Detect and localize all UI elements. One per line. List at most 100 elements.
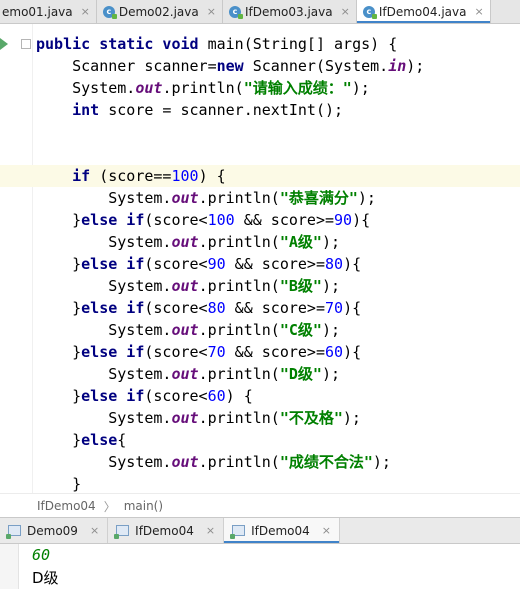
editor-tab-label: emo01.java (2, 4, 73, 19)
code-line[interactable]: System.out.println("C级"); (36, 319, 520, 341)
code-token: 70 (207, 343, 226, 361)
code-line[interactable]: }else if(score<60) { (36, 385, 520, 407)
code-line[interactable]: int score = scanner.nextInt(); (36, 99, 520, 121)
code-token: in (388, 57, 407, 75)
code-line[interactable]: }else if(score<70 && score>=60){ (36, 341, 520, 363)
code-token: score = scanner.nextInt(); (108, 101, 344, 119)
code-token: 80 (325, 255, 344, 273)
breadcrumb-class[interactable]: IfDemo04 (37, 499, 96, 513)
code-line[interactable]: System.out.println("D级"); (36, 363, 520, 385)
run-gutter-icon[interactable] (0, 38, 8, 50)
code-token: && score>= (225, 299, 325, 317)
code-token: (score< (144, 387, 208, 405)
run-tab[interactable]: IfDemo04 × (108, 518, 225, 543)
code-token: && score>= (225, 343, 325, 361)
code-token: else (81, 431, 118, 449)
code-line[interactable]: System.out.println("恭喜满分"); (36, 187, 520, 209)
code-line[interactable]: }else if(score<80 && score>=70){ (36, 297, 520, 319)
code-token: ); (321, 365, 340, 383)
java-class-icon: c (228, 5, 243, 19)
code-token: (score< (144, 343, 208, 361)
code-area[interactable]: public static void main(String[] args) {… (0, 33, 520, 493)
close-icon[interactable]: × (207, 5, 216, 18)
code-line[interactable]: System.out.println("A级"); (36, 231, 520, 253)
code-line[interactable]: }else if(score<90 && score>=80){ (36, 253, 520, 275)
code-token: 80 (207, 299, 226, 317)
code-token: if (36, 167, 100, 185)
run-tab[interactable]: IfDemo04 × (224, 518, 340, 543)
code-token: (score< (144, 299, 208, 317)
code-token: public static void (36, 35, 208, 53)
code-token: else if (81, 299, 145, 317)
editor-tab[interactable]: c IfDemo04.java × (356, 0, 491, 23)
close-icon[interactable]: × (475, 5, 484, 18)
close-icon[interactable]: × (81, 5, 90, 18)
code-token: ){ (343, 299, 362, 317)
code-token: out (171, 365, 199, 383)
editor-tab[interactable]: c Demo02.java × (97, 0, 223, 23)
code-token: Scanner scanner= (36, 57, 217, 75)
code-token: ) { (198, 167, 226, 185)
code-token: } (36, 211, 82, 229)
code-token: "恭喜满分" (279, 189, 358, 207)
breadcrumb-method[interactable]: main() (124, 499, 163, 513)
code-token: 90 (207, 255, 226, 273)
editor-tab-label: IfDemo03.java (244, 4, 333, 19)
code-token: System. (36, 277, 172, 295)
code-line[interactable]: System.out.println("成绩不合法"); (36, 451, 520, 473)
code-token: "不及格" (279, 409, 343, 427)
code-token: .println( (198, 453, 280, 471)
code-token: "C级" (279, 321, 322, 339)
run-config-icon (6, 525, 21, 539)
code-line[interactable]: System.out.println("B级"); (36, 275, 520, 297)
code-token: System. (36, 365, 172, 383)
code-line[interactable]: }else{ (36, 429, 520, 451)
close-icon[interactable]: × (206, 524, 215, 537)
breadcrumb: IfDemo04 〉 main() (0, 493, 520, 518)
code-token: main(String[] args) { (207, 35, 398, 53)
code-token: new (216, 57, 253, 75)
code-token: "成绩不合法" (279, 453, 373, 471)
editor-tab[interactable]: emo01.java × (0, 0, 97, 23)
fold-marker-icon[interactable] (21, 39, 31, 49)
code-line[interactable]: }else if(score<100 && score>=90){ (36, 209, 520, 231)
code-line[interactable]: public static void main(String[] args) { (36, 33, 520, 55)
console-output: D级 (32, 569, 59, 587)
run-tab[interactable]: Demo09 × (0, 518, 109, 543)
code-line[interactable]: Scanner scanner=new Scanner(System.in); (36, 55, 520, 77)
code-token: out (171, 453, 199, 471)
breadcrumb-separator: 〉 (103, 499, 116, 514)
code-token: { (117, 431, 127, 449)
code-line[interactable]: if (score==100) { (0, 165, 520, 187)
code-token: "B级" (279, 277, 322, 295)
code-editor[interactable]: public static void main(String[] args) {… (0, 24, 520, 493)
code-token: 70 (325, 299, 344, 317)
code-line[interactable]: } (36, 473, 520, 493)
code-token: ){ (343, 343, 362, 361)
code-token: System. (36, 189, 172, 207)
run-config-icon (230, 525, 246, 539)
run-tab-label: IfDemo04 (135, 523, 194, 538)
code-token: 60 (207, 387, 226, 405)
code-token: 90 (334, 211, 353, 229)
code-line[interactable]: System.out.println("请输入成绩："); (36, 77, 520, 99)
code-token: .println( (198, 277, 280, 295)
code-token: System. (36, 79, 136, 97)
editor-tab-label: Demo02.java (118, 4, 199, 19)
code-token: System. (36, 321, 172, 339)
editor-tab[interactable]: c IfDemo03.java × (223, 0, 357, 23)
code-token: ); (321, 321, 340, 339)
code-line[interactable]: System.out.println("不及格"); (36, 407, 520, 429)
code-token: ); (321, 277, 340, 295)
close-icon[interactable]: × (90, 524, 99, 537)
code-token: ){ (352, 211, 371, 229)
code-token: System. (36, 453, 172, 471)
code-token: ); (342, 409, 361, 427)
close-icon[interactable]: × (322, 524, 331, 537)
code-line[interactable] (36, 121, 520, 143)
code-token: } (36, 387, 82, 405)
close-icon[interactable]: × (341, 5, 350, 18)
run-console[interactable]: 60 D级 (0, 544, 520, 589)
code-line[interactable] (36, 143, 520, 165)
code-token: ); (321, 233, 340, 251)
